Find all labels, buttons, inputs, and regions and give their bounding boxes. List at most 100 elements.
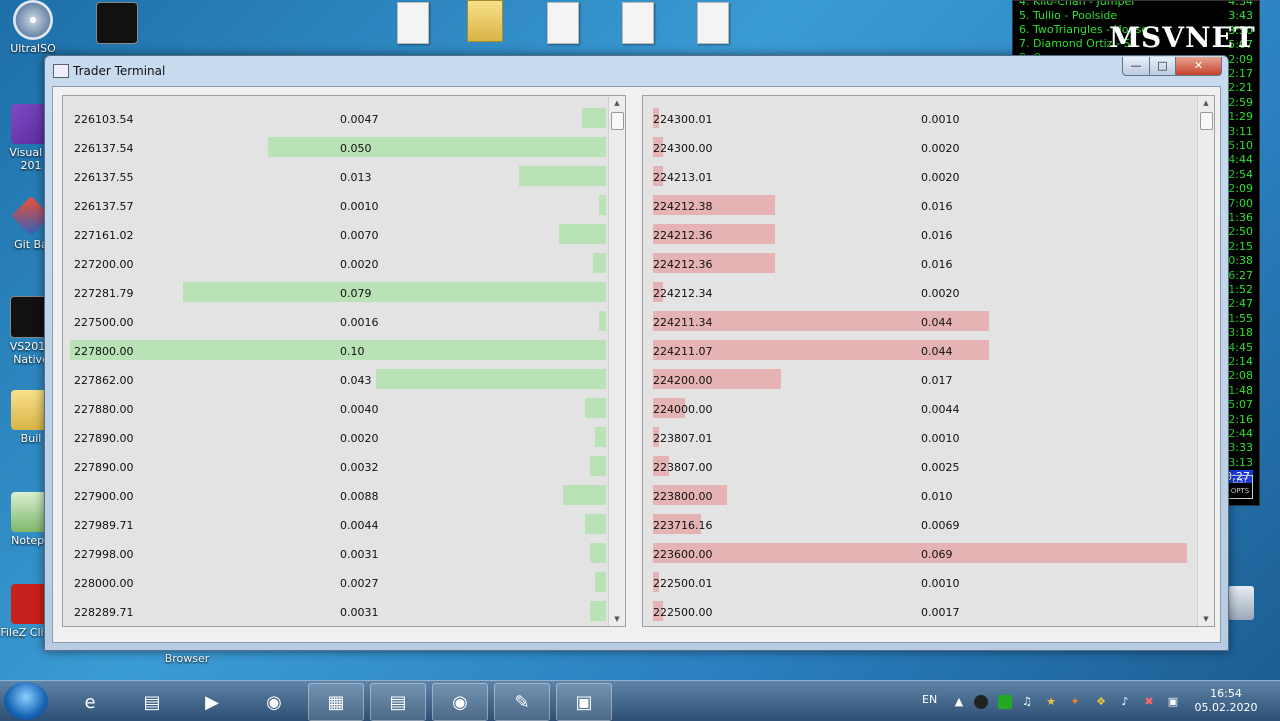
system-clock[interactable]: 16:54 05.02.2020 (1194, 687, 1258, 715)
track-duration[interactable]: 1:48 (1228, 384, 1253, 397)
folder-icon[interactable] (467, 0, 503, 42)
bid-scrollbar[interactable]: ▲ ▼ (608, 96, 625, 626)
bid-row[interactable]: 227281.79 0.079 (63, 276, 609, 305)
ask-row[interactable]: 224212.34 0.0020 (643, 276, 1198, 305)
bid-row[interactable]: 227998.00 0.0031 (63, 537, 609, 566)
ask-row[interactable]: 223800.00 0.010 (643, 479, 1198, 508)
track-duration[interactable]: 7:00 (1228, 197, 1253, 210)
track-duration[interactable]: 2:09 (1228, 182, 1253, 195)
trader-terminal-taskbar-icon[interactable]: ▣ (556, 683, 612, 721)
ask-row[interactable]: 224211.34 0.044 (643, 305, 1198, 334)
taskbar-app-chart-icon[interactable]: ▤ (370, 683, 426, 721)
scroll-thumb[interactable] (1200, 112, 1213, 130)
file-icon[interactable] (547, 2, 579, 44)
ask-row[interactable]: 224212.36 0.016 (643, 247, 1198, 276)
tray-app-icon[interactable] (974, 695, 988, 709)
ask-row[interactable]: 224200.00 0.017 (643, 363, 1198, 392)
bid-row[interactable]: 227800.00 0.10 (63, 334, 609, 363)
ask-row[interactable]: 224212.38 0.016 (643, 189, 1198, 218)
scroll-up-icon[interactable]: ▲ (1198, 96, 1214, 110)
track-title[interactable]: 5. Tullio - Poolside (1019, 9, 1117, 22)
ask-row[interactable]: 223807.01 0.0010 (643, 421, 1198, 450)
track-duration[interactable]: 1:52 (1228, 283, 1253, 296)
minimize-button[interactable]: — (1122, 57, 1150, 76)
track-duration[interactable]: 2:47 (1228, 297, 1253, 310)
ask-row[interactable]: 222500.00 0.0017 (643, 595, 1198, 624)
desktop-icon-cmd[interactable] (86, 2, 148, 46)
track-duration[interactable]: 3:13 (1228, 456, 1253, 469)
track-duration[interactable]: 3:18 (1228, 326, 1253, 339)
close-button[interactable]: ✕ (1175, 57, 1222, 76)
bid-row[interactable]: 227200.00 0.0020 (63, 247, 609, 276)
tray-expand-icon[interactable]: ▲ (952, 695, 966, 709)
track-duration[interactable]: 2:54 (1228, 168, 1253, 181)
track-duration[interactable]: 1:55 (1228, 312, 1253, 325)
tray-app-icon[interactable]: ★ (1044, 695, 1058, 709)
start-button[interactable] (4, 682, 48, 720)
track-duration[interactable]: 3:33 (1228, 441, 1253, 454)
bid-row[interactable]: 228289.71 0.0031 (63, 595, 609, 624)
taskbar-app-console-icon[interactable]: ▦ (308, 683, 364, 721)
bid-row[interactable]: 227890.00 0.0020 (63, 421, 609, 450)
bid-row[interactable]: 227161.02 0.0070 (63, 218, 609, 247)
bid-row[interactable]: 227880.00 0.0040 (63, 392, 609, 421)
track-duration[interactable]: 5:07 (1228, 398, 1253, 411)
volume-icon[interactable]: ♫ (1020, 695, 1034, 709)
track-duration[interactable]: 2:44 (1228, 427, 1253, 440)
ask-row[interactable]: 222500.01 0.0010 (643, 566, 1198, 595)
explorer-folder-icon[interactable]: ▤ (124, 683, 180, 721)
track-duration[interactable]: 2:08 (1228, 369, 1253, 382)
track-duration[interactable]: 2:50 (1228, 225, 1253, 238)
bid-row[interactable]: 227500.00 0.0016 (63, 305, 609, 334)
scroll-up-icon[interactable]: ▲ (609, 96, 625, 110)
track-duration[interactable]: 2:09 (1228, 53, 1253, 66)
track-duration[interactable]: 2:16 (1228, 413, 1253, 426)
bid-row[interactable]: 227989.71 0.0044 (63, 508, 609, 537)
network-icon[interactable]: ✖ (1142, 695, 1156, 709)
language-indicator[interactable]: EN (922, 693, 937, 706)
media-player-icon[interactable]: ▶ (184, 683, 240, 721)
ask-row[interactable]: 224300.00 0.0020 (643, 131, 1198, 160)
firefox-icon[interactable]: ◉ (246, 683, 302, 721)
track-duration[interactable]: 6:27 (1228, 269, 1253, 282)
track-duration[interactable]: 2:21 (1228, 81, 1253, 94)
action-center-icon[interactable]: ▣ (1166, 695, 1180, 709)
ask-row[interactable]: 224300.01 0.0010 (643, 102, 1198, 131)
track-duration[interactable]: 1:36 (1228, 211, 1253, 224)
bid-row[interactable]: 227900.00 0.0088 (63, 479, 609, 508)
bid-row[interactable]: 226137.57 0.0010 (63, 189, 609, 218)
track-duration[interactable]: 4:45 (1228, 341, 1253, 354)
scroll-thumb[interactable] (611, 112, 624, 130)
ask-row[interactable]: 224211.07 0.044 (643, 334, 1198, 363)
list-options-button[interactable]: LIST OPTS (1227, 475, 1253, 499)
ask-row[interactable]: 224000.00 0.0044 (643, 392, 1198, 421)
scroll-down-icon[interactable]: ▼ (1198, 612, 1214, 626)
internet-explorer-icon[interactable]: e (62, 683, 118, 721)
ask-row[interactable]: 224212.36 0.016 (643, 218, 1198, 247)
track-duration[interactable]: 2:14 (1228, 355, 1253, 368)
track-duration[interactable]: 5:10 (1228, 139, 1253, 152)
file-icon[interactable] (622, 2, 654, 44)
title-bar[interactable]: Trader Terminal — □ ✕ (45, 56, 1228, 84)
ask-scrollbar[interactable]: ▲ ▼ (1197, 96, 1214, 626)
tray-app-icon[interactable]: ❖ (1094, 695, 1108, 709)
taskbar-app-tool-icon[interactable]: ✎ (494, 683, 550, 721)
file-icon[interactable] (697, 2, 729, 44)
scroll-down-icon[interactable]: ▼ (609, 612, 625, 626)
track-duration[interactable]: 4:44 (1228, 153, 1253, 166)
speaker-icon[interactable]: ♪ (1118, 695, 1132, 709)
desktop-icon-ultraiso[interactable]: UltraISO (2, 0, 64, 55)
track-duration[interactable]: 2:15 (1228, 240, 1253, 253)
track-duration[interactable]: 1:29 (1228, 110, 1253, 123)
ask-row[interactable]: 223600.00 0.069 (643, 537, 1198, 566)
recycle-bin-icon[interactable] (1228, 586, 1254, 620)
ask-row[interactable]: 224213.01 0.0020 (643, 160, 1198, 189)
bid-row[interactable]: 226137.55 0.013 (63, 160, 609, 189)
obs-icon[interactable]: ◉ (432, 683, 488, 721)
maximize-button[interactable]: □ (1149, 57, 1176, 76)
tray-app-icon[interactable]: ✦ (1068, 695, 1082, 709)
ask-row[interactable]: 223807.00 0.0025 (643, 450, 1198, 479)
bid-row[interactable]: 226103.54 0.0047 (63, 102, 609, 131)
bid-row[interactable]: 228000.00 0.0027 (63, 566, 609, 595)
track-duration[interactable]: 2:59 (1228, 96, 1253, 109)
